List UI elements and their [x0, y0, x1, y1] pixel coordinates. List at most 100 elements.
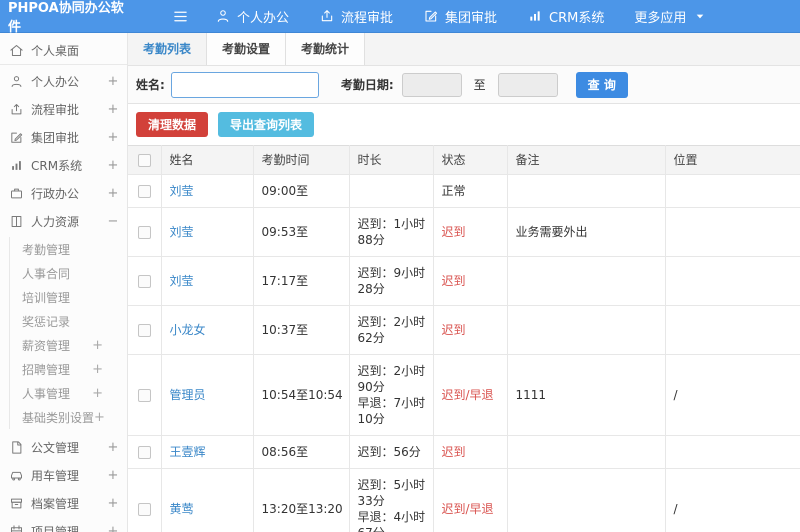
user-icon: [11, 75, 22, 87]
expand-toggle-icon: −: [107, 213, 119, 229]
employee-name-link[interactable]: 管理员: [170, 388, 206, 402]
remark-cell: 业务需要外出: [507, 207, 666, 257]
column-header: 备注: [507, 145, 666, 175]
expand-toggle-icon: +: [107, 185, 119, 201]
top-nav-menu: 个人办公 流程审批 集团审批 CRM系统 更多应用: [215, 7, 738, 26]
edit-icon: [425, 10, 438, 22]
sidebar-submenu: 考勤管理人事合同 培训管理 奖惩记录 薪资管理 + 招聘管理 + 人事管理 + 基础类别设置 +: [9, 237, 127, 429]
tab-inactive[interactable]: 考勤统计: [286, 33, 366, 65]
sidebar-subitem[interactable]: 薪资管理 +: [10, 333, 127, 357]
share-icon: [11, 103, 22, 114]
attendance-time-cell: 10:37至: [253, 305, 350, 355]
sidebar-item-label: 用车管理: [31, 468, 80, 483]
attendance-time-cell: 13:20至13:20: [253, 468, 350, 532]
duration-cell: 迟到：2小时90分 早退：7小时10分: [349, 354, 434, 436]
table-row: 小龙女 10:37至 迟到：2小时62分 迟到: [128, 305, 800, 355]
sidebar-item-label: 个人桌面: [31, 44, 80, 58]
sidebar-item[interactable]: 个人办公 +: [0, 67, 127, 95]
status-cell: 迟到: [433, 305, 508, 355]
duration-line: 迟到：5小时33分: [357, 478, 426, 508]
sidebar-subitem[interactable]: 奖惩记录: [10, 309, 127, 333]
remark-cell: [507, 256, 666, 306]
sidebar-item[interactable]: 人力资源 −: [0, 207, 127, 235]
duration-line: 迟到：2小时62分: [357, 315, 426, 345]
topnav-item-label: CRM系统: [549, 10, 605, 26]
export-list-button[interactable]: 导出查询列表: [218, 112, 315, 137]
sidebar-subitem-label: 招聘管理: [22, 362, 71, 377]
row-checkbox[interactable]: [137, 389, 151, 402]
row-checkbox[interactable]: [137, 226, 151, 239]
name-filter-input[interactable]: [170, 71, 319, 98]
duration-line: 迟到：2小时90分: [357, 364, 426, 394]
sidebar-subitem[interactable]: 人事管理 +: [10, 381, 127, 405]
expand-toggle-icon: +: [92, 361, 103, 377]
status-cell: 迟到: [433, 207, 508, 257]
sidebar-item[interactable]: 流程审批 +: [0, 95, 127, 123]
expand-toggle-icon: +: [107, 101, 119, 117]
row-checkbox[interactable]: [137, 275, 151, 288]
select-all-checkbox[interactable]: [137, 154, 151, 167]
column-header: 时长: [349, 145, 434, 175]
search-button[interactable]: 查 询: [575, 71, 628, 98]
sidebar-item[interactable]: 用车管理 +: [0, 461, 127, 489]
tab-inactive[interactable]: 考勤设置: [207, 33, 287, 65]
clean-data-button[interactable]: 清理数据: [136, 112, 209, 137]
action-bar: 清理数据 导出查询列表: [128, 104, 800, 145]
topnav-item[interactable]: 个人办公: [215, 7, 289, 26]
sidebar-subitem[interactable]: 基础类别设置 +: [10, 405, 127, 429]
sidebar-subitem-label: 考勤管理: [22, 242, 71, 257]
top-navbar: PHPOA协同办公软件 个人办公 流程审批 集团审批 CRM系统 更多应用: [0, 0, 800, 35]
sidebar-item[interactable]: 公文管理 +: [0, 433, 127, 461]
chart-icon: [530, 11, 540, 21]
employee-name-link[interactable]: 小龙女: [170, 323, 206, 337]
location-cell: [665, 435, 800, 469]
date-from-input[interactable]: [401, 72, 462, 97]
table-row: 刘莹 17:17至 迟到：9小时28分 迟到: [128, 256, 800, 306]
remark-cell: [507, 468, 666, 532]
row-checkbox[interactable]: [137, 324, 151, 337]
sidebar-subitem[interactable]: 招聘管理 +: [10, 357, 127, 381]
attendance-time-cell: 10:54至10:54: [253, 354, 350, 436]
employee-name-link[interactable]: 刘莹: [170, 274, 194, 288]
remark-cell: [507, 305, 666, 355]
row-checkbox[interactable]: [137, 185, 151, 198]
topnav-item[interactable]: CRM系统: [527, 7, 604, 26]
tab-active[interactable]: 考勤列表: [128, 33, 208, 65]
table-row: 刘莹 09:53至 迟到：1小时88分 迟到 业务需要外出: [128, 207, 800, 257]
status-badge: 迟到/早退: [441, 388, 494, 402]
location-cell: /: [665, 468, 800, 532]
topnav-item[interactable]: 流程审批: [319, 7, 393, 26]
table-body: 刘莹 09:00至 正常 刘莹 09:53至 迟到：1小时88分 迟到 业务需要外出 刘莹 17:…: [128, 174, 800, 532]
topnav-item[interactable]: 更多应用: [634, 7, 708, 26]
sidebar-subitem[interactable]: 考勤管理: [10, 237, 127, 261]
table-row: 管理员 10:54至10:54 迟到：2小时90分 早退：7小时10分 迟到/早退 111…: [128, 354, 800, 436]
employee-name-link[interactable]: 黄莺: [170, 502, 194, 516]
sidebar-item[interactable]: CRM系统 +: [0, 151, 127, 179]
share-icon: [321, 10, 333, 22]
attendance-time-cell: 08:56至: [253, 435, 350, 469]
expand-toggle-icon: +: [92, 337, 103, 353]
expand-toggle-icon: +: [107, 523, 119, 532]
sidebar-subitem[interactable]: 培训管理: [10, 285, 127, 309]
date-filter-label: 考勤日期:: [340, 78, 394, 92]
employee-name-link[interactable]: 王壹辉: [170, 445, 206, 459]
sidebar-item-label: 行政办公: [31, 186, 80, 201]
tab-bar: 考勤列表 考勤设置 考勤统计: [128, 33, 800, 66]
row-checkbox[interactable]: [137, 503, 151, 516]
sidebar-item[interactable]: 项目管理 +: [0, 517, 127, 532]
sidebar-item[interactable]: 个人桌面: [0, 37, 127, 65]
expand-toggle-icon: +: [107, 129, 119, 145]
topnav-item[interactable]: 集团审批: [423, 7, 497, 26]
sidebar-item[interactable]: 集团审批 +: [0, 123, 127, 151]
expand-toggle-icon: +: [107, 73, 119, 89]
location-cell: [665, 305, 800, 355]
employee-name-link[interactable]: 刘莹: [170, 184, 194, 198]
date-to-input[interactable]: [497, 72, 558, 97]
employee-name-link[interactable]: 刘莹: [170, 225, 194, 239]
sidebar-item[interactable]: 档案管理 +: [0, 489, 127, 517]
row-checkbox[interactable]: [137, 446, 151, 459]
expand-toggle-icon: +: [107, 439, 119, 455]
sidebar-item[interactable]: 行政办公 +: [0, 179, 127, 207]
menu-toggle-button[interactable]: [172, 8, 189, 25]
sidebar-subitem[interactable]: 人事合同: [10, 261, 127, 285]
